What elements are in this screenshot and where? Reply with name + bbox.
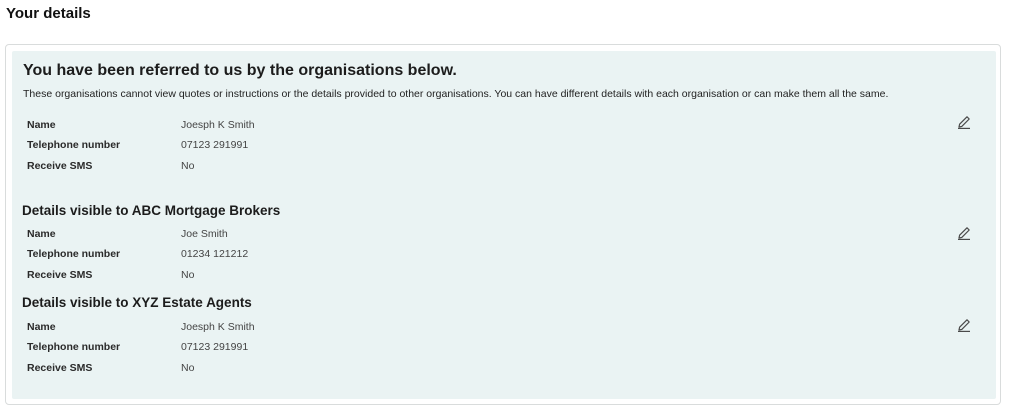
edit-abc-details-button[interactable] xyxy=(954,223,974,243)
sms-value: No xyxy=(181,268,195,281)
telephone-value: 01234 121212 xyxy=(181,248,249,261)
details-card: You have been referred to us by the orga… xyxy=(5,44,1001,405)
edit-xyz-details-button[interactable] xyxy=(954,315,974,335)
telephone-label: Telephone number xyxy=(27,139,121,152)
intro-heading: You have been referred to us by the orga… xyxy=(23,62,457,79)
details-panel: You have been referred to us by the orga… xyxy=(12,51,996,399)
name-label: Name xyxy=(27,228,56,240)
section-heading-xyz: Details visible to XYZ Estate Agents xyxy=(22,295,252,310)
telephone-label: Telephone number xyxy=(27,248,121,261)
telephone-label: Telephone number xyxy=(27,341,121,354)
edit-main-details-button[interactable] xyxy=(954,112,974,132)
sms-label: Receive SMS xyxy=(27,268,93,281)
name-value: Joesph K Smith xyxy=(181,119,255,131)
name-label: Name xyxy=(27,321,56,333)
pencil-icon xyxy=(958,319,970,332)
sms-value: No xyxy=(181,361,195,374)
sms-label: Receive SMS xyxy=(27,361,93,374)
pencil-icon xyxy=(958,116,970,129)
telephone-value: 07123 291991 xyxy=(181,139,249,152)
page-title: Your details xyxy=(6,5,91,22)
intro-text: These organisations cannot view quotes o… xyxy=(23,88,889,100)
name-label: Name xyxy=(27,119,56,131)
sms-label: Receive SMS xyxy=(27,159,93,172)
pencil-icon xyxy=(958,227,970,240)
telephone-value: 07123 291991 xyxy=(181,341,249,354)
sms-value: No xyxy=(181,159,195,172)
section-heading-abc: Details visible to ABC Mortgage Brokers xyxy=(22,203,281,218)
name-value: Joesph K Smith xyxy=(181,321,255,333)
name-value: Joe Smith xyxy=(181,228,228,240)
